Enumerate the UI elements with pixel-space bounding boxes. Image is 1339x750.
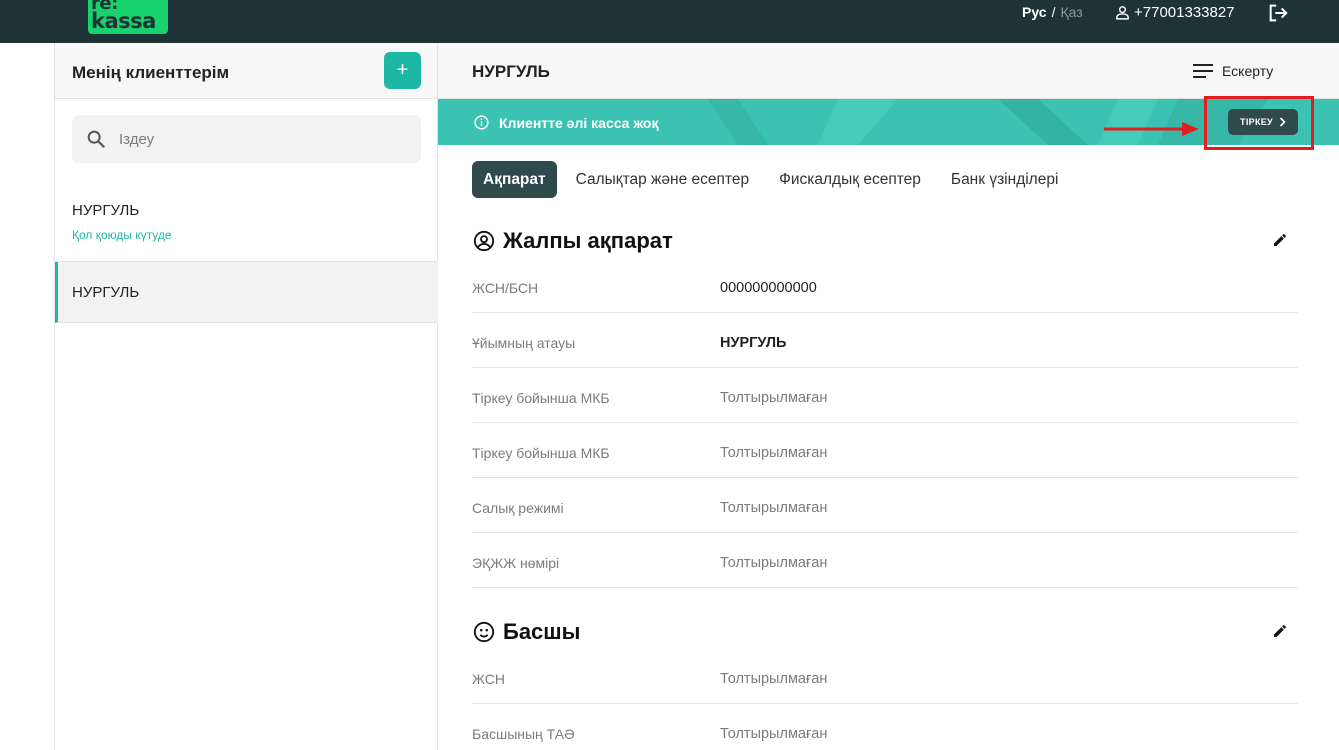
tabs-bar: Ақпарат Салықтар және есептер Фискалдық … [472, 161, 1077, 198]
row-value: Толтырылмаған [720, 445, 828, 461]
search-icon [87, 130, 106, 149]
row-value: 000000000000 [720, 280, 817, 296]
row-value: Толтырылмаған [720, 500, 828, 516]
rekassa-logo[interactable]: re: kassa [88, 0, 168, 34]
logo-text-line2: kassa [91, 9, 156, 33]
info-row-oked-number: ЭҚЖЖ нөмірі Толтырылмаған [472, 533, 1298, 588]
lang-rus[interactable]: Рус [1022, 4, 1047, 20]
search-input[interactable] [119, 127, 409, 151]
face-icon [473, 621, 495, 643]
row-value: Толтырылмаған [720, 671, 828, 687]
client-name: НУРГУЛЬ [72, 284, 140, 301]
details-header: НУРГУЛЬ Ескерту [438, 43, 1339, 99]
row-label: Ұйымның атауы [472, 335, 576, 351]
edit-head-button[interactable] [1272, 623, 1288, 644]
clients-sidebar: Менің клиенттерім + НУРГУЛЬ Қол қоюды кү… [54, 43, 438, 750]
user-phone: +77001333827 [1134, 3, 1235, 21]
top-bar: re: kassa Рус / Қаз +77001333827 [0, 0, 1339, 43]
account-circle-icon [473, 230, 495, 252]
row-label: Басшының ТАӘ [472, 726, 575, 742]
info-row-head-iin: ЖСН Толтырылмаған [472, 649, 1298, 704]
edit-general-button[interactable] [1272, 232, 1288, 253]
logout-button[interactable] [1267, 2, 1289, 29]
pencil-icon [1274, 625, 1286, 637]
info-row-iin-bin: ЖСН/БСН 000000000000 [472, 258, 1298, 313]
lang-kaz[interactable]: Қаз [1060, 4, 1082, 20]
row-label: Тіркеу бойынша МКБ [472, 390, 610, 406]
row-label: ЖСН [472, 671, 505, 687]
language-switcher: Рус / Қаз [1022, 4, 1083, 20]
head-title: Басшы [503, 619, 581, 644]
row-label: Тіркеу бойынша МКБ [472, 445, 610, 461]
search-box[interactable] [72, 115, 421, 163]
tab-taxes-reports[interactable]: Салықтар және есептер [565, 161, 760, 198]
tab-fiscal-reports[interactable]: Фискалдық есептер [768, 161, 932, 198]
row-value: Толтырылмаған [720, 555, 828, 571]
info-row-org-name: Ұйымның атауы НУРГУЛЬ [472, 313, 1298, 368]
info-row-head-fullname: Басшының ТАӘ Толтырылмаған [472, 704, 1298, 750]
annotation-highlight-box [1204, 96, 1314, 150]
lang-separator: / [1051, 4, 1056, 20]
head-heading: Басшы [473, 619, 580, 645]
client-list-item[interactable]: НУРГУЛЬ Қол қоюды күтуде [55, 186, 438, 262]
add-client-button[interactable]: + [384, 52, 421, 89]
notification-label: Ескерту [1222, 63, 1274, 79]
client-name: НУРГУЛЬ [72, 202, 140, 219]
menu-lines-icon [1193, 64, 1213, 78]
info-row-reg-mkb-2: Тіркеу бойынша МКБ Толтырылмаған [472, 423, 1298, 478]
client-list-item-selected[interactable]: НУРГУЛЬ [55, 262, 438, 323]
client-status: Қол қоюды күтуде [72, 228, 172, 242]
row-label: Салық режимі [472, 500, 564, 516]
info-row-reg-mkb-1: Тіркеу бойынша МКБ Толтырылмаған [472, 368, 1298, 423]
row-value: Толтырылмаған [720, 726, 828, 742]
annotation-arrow-icon [1104, 122, 1199, 136]
row-label: ЖСН/БСН [472, 280, 539, 296]
banner-message: Клиентте әлі касса жоқ [473, 114, 658, 131]
tab-bank-statements[interactable]: Банк үзінділері [940, 161, 1070, 198]
logout-icon [1269, 4, 1288, 22]
general-info-heading: Жалпы ақпарат [473, 228, 673, 254]
notification-button[interactable]: Ескерту [1193, 63, 1273, 79]
user-account[interactable]: +77001333827 [1114, 3, 1235, 21]
info-icon [474, 115, 489, 130]
user-icon [1116, 5, 1129, 20]
client-title: НУРГУЛЬ [472, 62, 550, 81]
row-label: ЭҚЖЖ нөмірі [472, 555, 560, 571]
sidebar-header: Менің клиенттерім + [55, 43, 437, 99]
info-row-tax-regime: Салық режимі Толтырылмаған [472, 478, 1298, 533]
row-value: НУРГУЛЬ [720, 335, 787, 351]
pencil-icon [1274, 234, 1286, 246]
row-value: Толтырылмаған [720, 390, 828, 406]
sidebar-title: Менің клиенттерім [72, 63, 230, 82]
general-info-title: Жалпы ақпарат [503, 228, 673, 253]
banner-text: Клиентте әлі касса жоқ [499, 114, 659, 131]
tab-info[interactable]: Ақпарат [472, 161, 557, 198]
